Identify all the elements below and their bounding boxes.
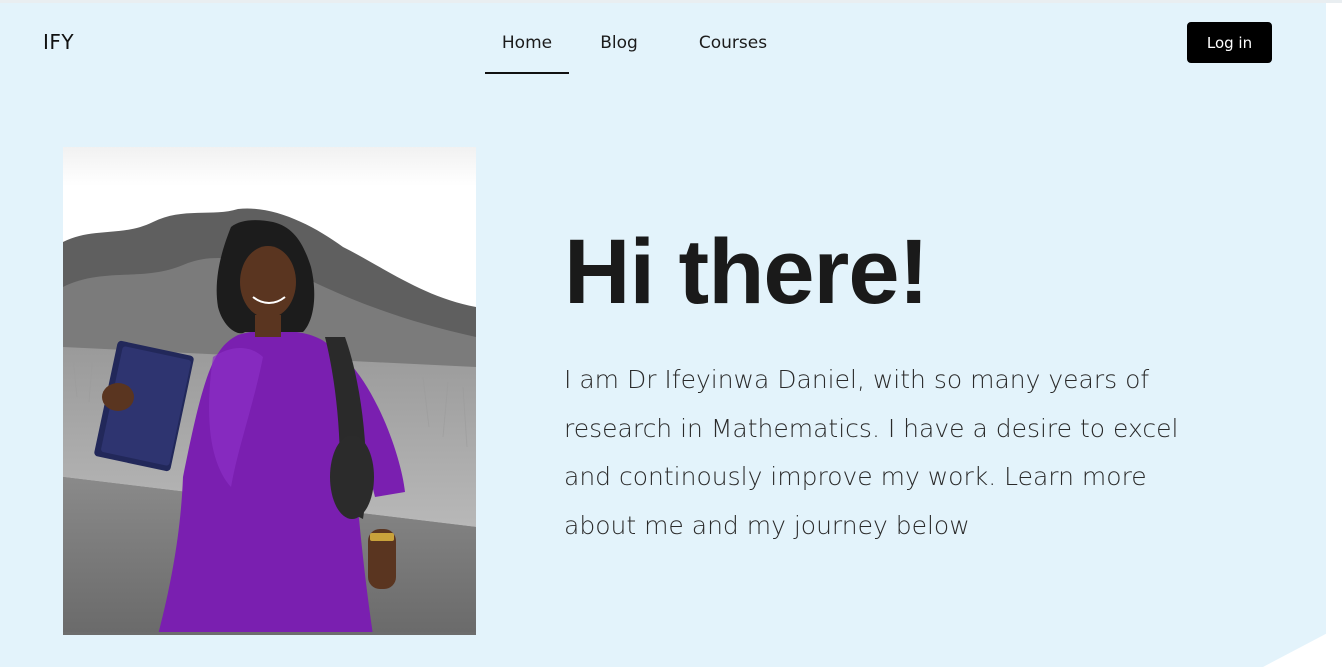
intro-line-1: I am Dr Ifeyinwa Daniel, with so many ye… — [564, 365, 1150, 394]
site-logo[interactable]: IFY — [43, 30, 74, 54]
intro-line-4: about me and my journey below — [564, 510, 970, 540]
photo-bottom-edge — [63, 632, 476, 635]
page: IFY Home Blog Courses Log in Hi there! I… — [0, 0, 1342, 667]
page-edge — [1326, 3, 1342, 667]
hero-intro-paragraph: I am Dr Ifeyinwa Daniel, with so many ye… — [564, 356, 1224, 550]
nav-item-courses[interactable]: Courses — [669, 22, 797, 74]
hero-heading: Hi there! — [564, 221, 929, 323]
main-nav: Home Blog Courses — [485, 22, 797, 74]
top-divider — [0, 0, 1342, 3]
intro-line-2: research in Mathematics. I have a desire… — [564, 413, 1179, 443]
intro-line-3: and continously improve my work. Learn m… — [564, 462, 1147, 491]
nav-item-home[interactable]: Home — [485, 22, 569, 74]
login-button[interactable]: Log in — [1187, 22, 1272, 63]
nav-item-blog[interactable]: Blog — [569, 22, 669, 74]
profile-photo — [63, 147, 476, 635]
